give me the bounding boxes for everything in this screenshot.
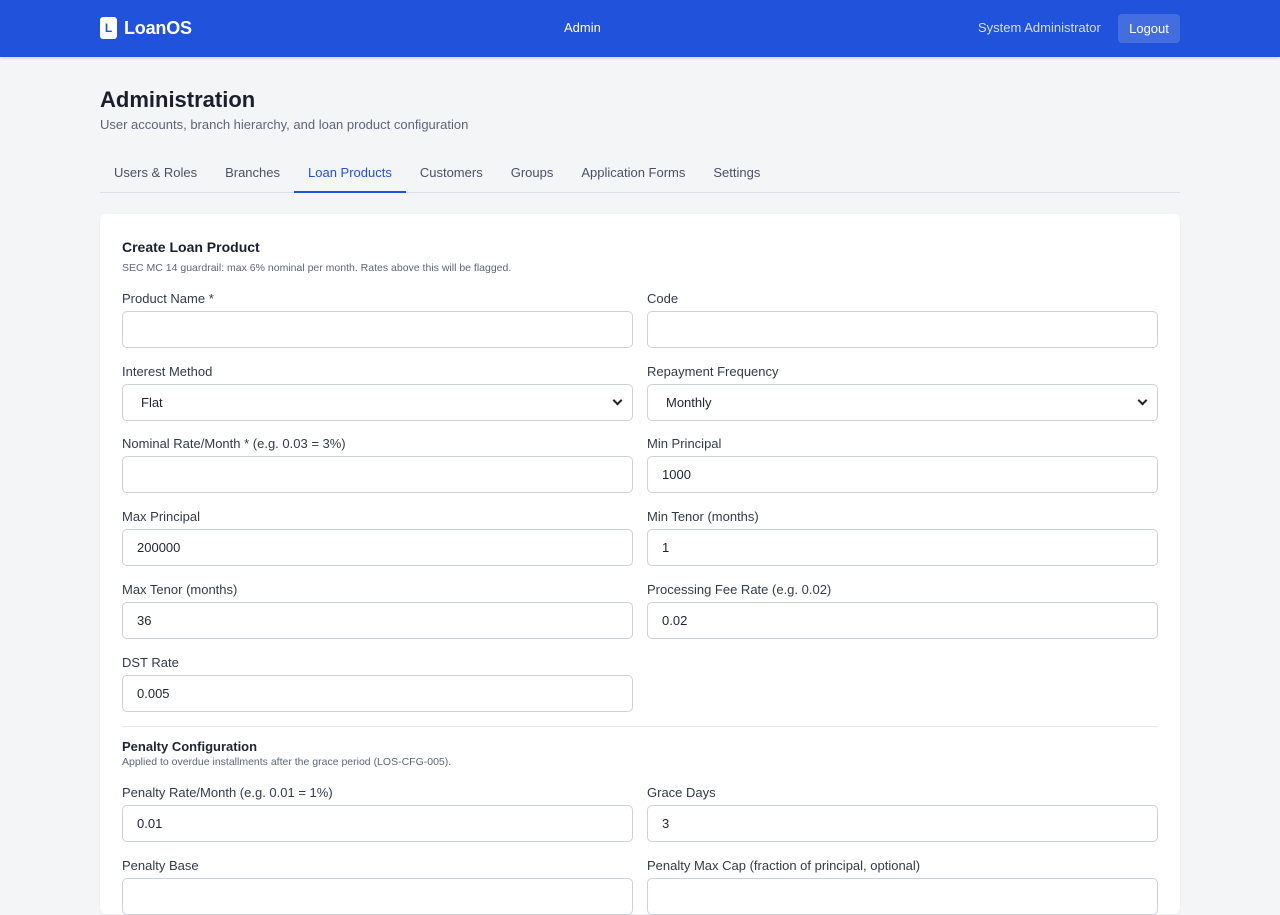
top-navbar: L LoanOS Admin System Administrator Logo… [0,0,1280,57]
penalty-section-title: Penalty Configuration [122,739,258,754]
chevron-down-icon [1137,395,1148,406]
max-principal-label: Max Principal [122,509,201,524]
dst-rate-input[interactable]: 0.005 [122,675,633,712]
processing-fee-label: Processing Fee Rate (e.g. 0.02) [647,582,832,597]
interest-method-label: Interest Method [122,364,213,379]
min-principal-input[interactable]: 1000 [647,456,1158,493]
brand-name: LoanOS [124,17,192,38]
penalty-rate-input[interactable]: 0.01 [122,805,633,842]
section-divider [122,726,1158,727]
product-name-input[interactable] [122,311,633,348]
logout-button[interactable]: Logout [1118,14,1180,43]
brand-logo-icon: L [100,17,117,39]
nav-link-admin[interactable]: Admin [564,20,601,35]
tab-loan-products[interactable]: Loan Products [294,153,406,193]
max-principal-input[interactable]: 200000 [122,529,633,566]
max-tenor-label: Max Tenor (months) [122,582,238,597]
tab-application-forms[interactable]: Application Forms [567,153,699,192]
repayment-frequency-value: Monthly [666,395,712,410]
processing-fee-input[interactable]: 0.02 [647,602,1158,639]
code-input[interactable] [647,311,1158,348]
code-label: Code [647,291,679,306]
repayment-frequency-label: Repayment Frequency [647,364,779,379]
tab-users-roles[interactable]: Users & Roles [100,153,211,192]
penalty-base-label: Penalty Base [122,858,199,873]
nominal-rate-label: Nominal Rate/Month * (e.g. 0.03 = 3%) [122,436,346,451]
interest-method-value: Flat [141,395,163,410]
create-loan-product-card: Create Loan Product SEC MC 14 guardrail:… [100,214,1180,915]
min-tenor-input[interactable]: 1 [647,529,1158,566]
grace-days-label: Grace Days [647,785,716,800]
dst-rate-label: DST Rate [122,655,179,670]
repayment-frequency-select[interactable]: Monthly [647,384,1158,421]
penalty-max-cap-label: Penalty Max Cap (fraction of principal, … [647,858,921,873]
brand-link[interactable]: L LoanOS [100,17,192,39]
tab-groups[interactable]: Groups [497,153,568,192]
tab-settings[interactable]: Settings [699,153,774,192]
nominal-rate-input[interactable] [122,456,633,493]
min-principal-label: Min Principal [647,436,722,451]
penalty-rate-label: Penalty Rate/Month (e.g. 0.01 = 1%) [122,785,333,800]
current-user-name: System Administrator [978,20,1101,35]
penalty-base-input[interactable] [122,878,633,915]
chevron-down-icon [612,395,623,406]
penalty-section-note: Applied to overdue installments after th… [122,756,452,768]
page-title: Administration [100,87,256,112]
admin-tabs: Users & Roles Branches Loan Products Cus… [100,153,1180,193]
tab-customers[interactable]: Customers [406,153,497,192]
product-name-label: Product Name * [122,291,214,306]
interest-method-select[interactable]: Flat [122,384,633,421]
min-tenor-label: Min Tenor (months) [647,509,759,524]
grace-days-input[interactable]: 3 [647,805,1158,842]
penalty-max-cap-input[interactable] [647,878,1158,915]
tab-branches[interactable]: Branches [211,153,294,192]
form-title: Create Loan Product [122,239,260,255]
max-tenor-input[interactable]: 36 [122,602,633,639]
form-guardrail-note: SEC MC 14 guardrail: max 6% nominal per … [122,262,512,274]
page-subtitle: User accounts, branch hierarchy, and loa… [100,117,469,132]
